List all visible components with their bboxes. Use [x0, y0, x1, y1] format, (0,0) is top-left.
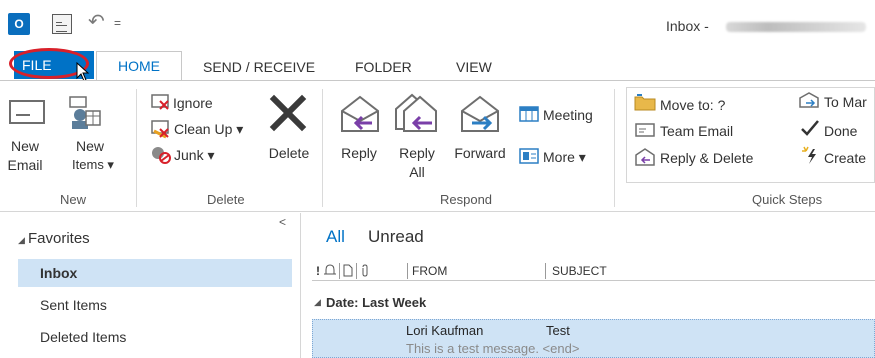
team-email-label: Team Email [660, 123, 734, 139]
expand-collapse-triangle-icon[interactable]: ◢ [18, 235, 25, 246]
attachment-paperclip-column-icon[interactable] [360, 264, 370, 278]
new-email-label-1: New [10, 138, 39, 154]
tab-home[interactable]: HOME [96, 51, 182, 82]
reply-label: Reply [341, 145, 377, 161]
new-items-label-2: Items ▾ [72, 157, 114, 172]
tab-folder[interactable]: FOLDER [355, 59, 412, 75]
pane-divider[interactable] [300, 213, 301, 358]
create-label: Create [824, 150, 867, 166]
reply-icon [341, 95, 379, 132]
folder-inbox[interactable]: Inbox [18, 259, 292, 287]
checkmark-icon [801, 120, 819, 136]
forward-label: Forward [454, 145, 506, 161]
folder-pane: < ◢ Favorites Inbox Sent Items Deleted I… [0, 213, 300, 358]
column-separator [545, 263, 546, 279]
new-email-label-2: Email [7, 157, 43, 173]
group-label-new: New [60, 192, 87, 207]
send-receive-all-folders-icon[interactable] [52, 14, 72, 34]
team-email-icon [635, 123, 655, 137]
junk-label: Junk ▾ [174, 147, 215, 163]
new-email-icon [9, 100, 45, 124]
group-divider [322, 89, 323, 207]
meeting-icon [519, 106, 539, 122]
reply-all-label-2: All [409, 164, 425, 180]
favorites-header[interactable]: Favorites [28, 230, 90, 247]
reply-delete-label: Reply & Delete [660, 150, 754, 166]
reminder-bell-column-icon[interactable] [324, 264, 336, 277]
message-sender: Lori Kaufman [406, 323, 484, 338]
column-separator [407, 263, 408, 279]
undo-icon[interactable]: ↶ [88, 12, 108, 32]
filter-all[interactable]: All [326, 227, 345, 247]
reply-all-icon [395, 93, 437, 132]
ignore-icon [151, 94, 169, 110]
group-collapse-triangle-icon[interactable]: ◢ [314, 297, 321, 308]
mouse-pointer-icon [76, 62, 90, 82]
group-label-quick-steps: Quick Steps [752, 192, 823, 207]
forward-icon [461, 95, 499, 132]
group-divider [136, 89, 137, 207]
ribbon-tabs: FILE HOME SEND / RECEIVE FOLDER VIEW [0, 46, 875, 82]
date-group-header[interactable]: Date: Last Week [326, 295, 426, 310]
meeting-label: Meeting [543, 107, 593, 123]
done-label: Done [824, 123, 858, 139]
more-label: More ▾ [543, 149, 586, 165]
to-manager-icon [799, 92, 819, 108]
ignore-label: Ignore [173, 95, 213, 111]
outlook-logo-icon[interactable]: O [8, 13, 30, 35]
folder-move-icon [634, 94, 656, 111]
ribbon: New Email New Items ▾ New Ignore Clean U… [0, 80, 875, 212]
folder-deleted-items[interactable]: Deleted Items [18, 323, 292, 351]
filter-unread[interactable]: Unread [368, 227, 424, 247]
icon-column-icon[interactable] [343, 264, 353, 277]
tab-send-receive[interactable]: SEND / RECEIVE [203, 59, 315, 75]
folder-sent-items[interactable]: Sent Items [18, 291, 292, 319]
delete-x-icon [269, 94, 307, 132]
window-title: Inbox - [666, 18, 709, 34]
column-separator [356, 263, 357, 279]
redacted-account-name [726, 22, 866, 32]
message-list: All Unread ! FROM SUBJECT ◢ Date: Last W… [302, 213, 875, 358]
collapse-pane-icon[interactable]: < [279, 215, 286, 229]
create-new-lightning-icon [802, 146, 816, 164]
title-bar: O ↶ = Inbox - [0, 0, 875, 46]
reply-delete-icon [635, 148, 655, 166]
column-from[interactable]: FROM [412, 264, 447, 278]
new-items-label-1: New [75, 138, 104, 154]
customize-qat-dropdown-icon[interactable]: = [114, 16, 134, 36]
reply-all-label-1: Reply [399, 145, 435, 161]
group-label-delete: Delete [207, 192, 245, 207]
importance-column-icon[interactable]: ! [316, 264, 320, 278]
column-header-row: ! FROM SUBJECT [312, 261, 875, 281]
group-divider [614, 89, 615, 207]
to-manager-label: To Mar [824, 94, 867, 110]
column-separator [339, 263, 340, 279]
message-subject: Test [546, 323, 570, 338]
junk-icon [152, 147, 171, 164]
delete-label: Delete [268, 145, 310, 161]
clean-up-icon [151, 120, 169, 139]
clean-up-label: Clean Up ▾ [174, 121, 244, 137]
message-preview: This is a test message. <end> [406, 341, 580, 356]
message-row[interactable]: Lori Kaufman Test This is a test message… [312, 319, 875, 358]
column-subject[interactable]: SUBJECT [552, 264, 607, 278]
new-items-icon [69, 96, 101, 129]
group-label-respond: Respond [440, 192, 493, 207]
move-to-label: Move to: ? [660, 97, 726, 113]
more-respond-icon [519, 148, 539, 164]
tab-view[interactable]: VIEW [456, 59, 492, 75]
